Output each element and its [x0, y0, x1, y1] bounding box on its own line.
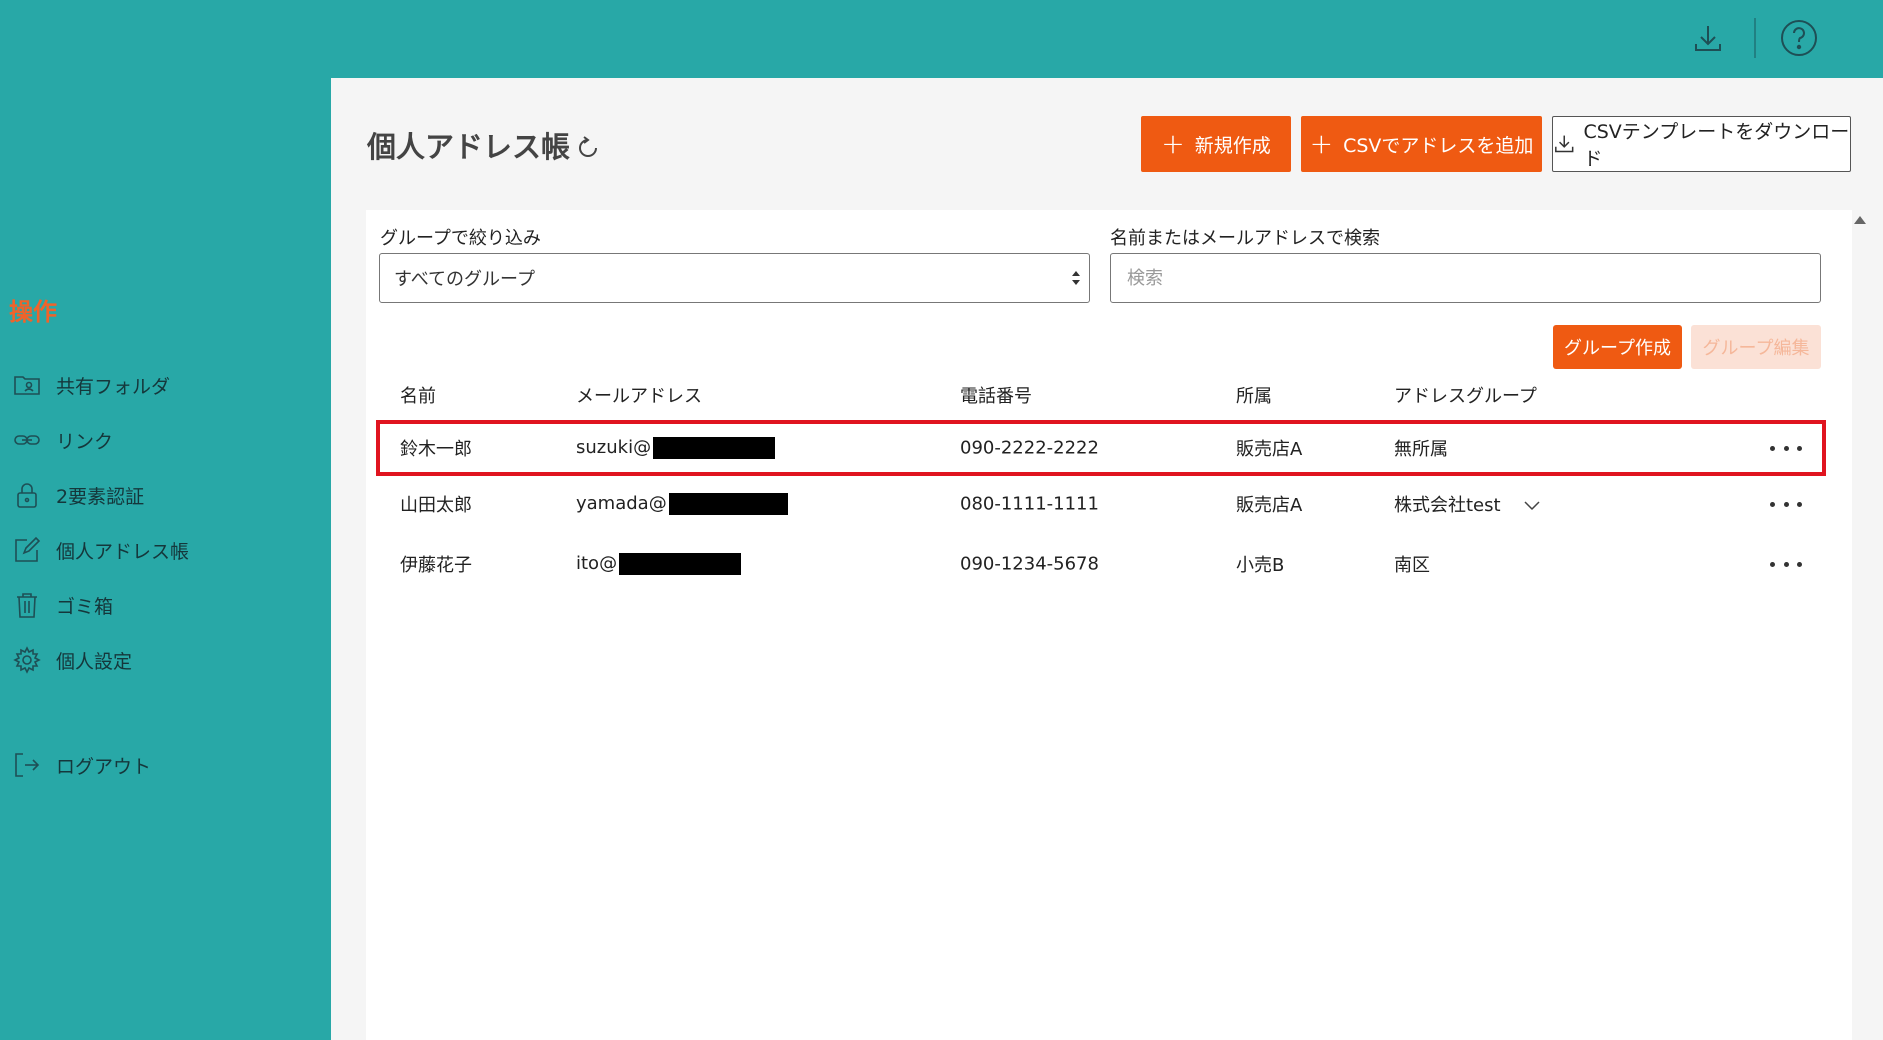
cell-name: 鈴木一郎 [400, 439, 472, 460]
redaction-block [619, 553, 742, 575]
sidebar-item-shared-folder[interactable]: 共有フォルダ [12, 365, 170, 405]
column-header-phone[interactable]: 電話番号 [960, 382, 1032, 408]
sidebar-item-label: ログアウト [56, 755, 152, 778]
table-row[interactable]: 伊藤花子 ito@ 090-1234-5678 小売B 南区 [376, 536, 1826, 592]
group-text: 株式会社test [1394, 495, 1501, 516]
email-text: yamada@ [576, 493, 667, 514]
search-input[interactable] [1110, 253, 1821, 303]
cell-affiliation: 小売B [1236, 555, 1285, 576]
column-header-address-group[interactable]: アドレスグループ [1394, 382, 1537, 408]
cell-group: 南区 [1394, 555, 1430, 576]
logout-icon [12, 750, 42, 780]
download-icon[interactable] [1688, 18, 1728, 58]
group-edit-button[interactable]: グループ編集 [1691, 325, 1821, 369]
cell-phone: 090-2222-2222 [960, 437, 1099, 459]
csv-template-download-button[interactable]: CSVテンプレートをダウンロード [1552, 116, 1851, 172]
refresh-icon[interactable] [576, 136, 600, 160]
cell-affiliation: 販売店A [1236, 439, 1303, 460]
sidebar-item-link[interactable]: リンク [12, 420, 113, 460]
folder-user-icon [12, 370, 42, 400]
select-arrows-icon [1072, 271, 1080, 285]
redaction-block [668, 493, 788, 515]
sidebar: 操作 共有フォルダ リンク 2要素認証 個人アドレス帳 ゴミ箱 個人設定 ログア… [0, 78, 331, 1040]
main-content: 個人アドレス帳 + 新規作成 + CSVでアドレスを追加 CSVテンプレートをダ… [331, 78, 1883, 1040]
email-text: suzuki@ [576, 437, 652, 458]
sidebar-item-label: 共有フォルダ [56, 375, 171, 398]
sidebar-section-title: 操作 [9, 298, 57, 326]
top-bar [0, 0, 1883, 78]
sidebar-item-label: 個人アドレス帳 [56, 540, 190, 563]
group-filter-label: グループで絞り込み [380, 228, 541, 249]
redaction-block [653, 437, 776, 459]
sidebar-item-label: リンク [56, 430, 114, 453]
cell-name: 伊藤花子 [400, 555, 472, 576]
sidebar-item-label: 個人設定 [56, 650, 133, 673]
download-icon [1555, 135, 1574, 153]
group-create-button[interactable]: グループ作成 [1553, 325, 1682, 369]
cell-email: suzuki@ [576, 437, 776, 459]
gear-icon [12, 645, 42, 675]
column-header-affiliation[interactable]: 所属 [1236, 382, 1272, 408]
help-icon[interactable] [1779, 18, 1819, 58]
trash-icon [12, 590, 42, 620]
cell-group[interactable]: 株式会社test [1394, 491, 1540, 517]
address-panel: グループで絞り込み すべてのグループ 名前またはメールアドレスで検索 グループ作… [366, 210, 1866, 1040]
top-divider [1754, 18, 1756, 58]
group-filter-select[interactable]: すべてのグループ [379, 253, 1090, 303]
cell-name: 山田太郎 [400, 495, 472, 516]
cell-group: 無所属 [1394, 439, 1448, 460]
edit-icon [12, 535, 42, 565]
page-title-text: 個人アドレス帳 [367, 130, 571, 164]
more-options-icon[interactable] [1770, 552, 1802, 576]
column-header-email[interactable]: メールアドレス [576, 382, 702, 408]
chevron-down-icon[interactable] [1524, 501, 1540, 511]
sidebar-item-label: 2要素認証 [56, 485, 145, 508]
sidebar-item-address-book[interactable]: 個人アドレス帳 [12, 530, 189, 570]
csv-template-label: CSVテンプレートをダウンロード [1583, 121, 1850, 170]
scroll-up-arrow[interactable] [1854, 216, 1866, 224]
email-text: ito@ [576, 553, 618, 574]
cell-phone: 090-1234-5678 [960, 553, 1099, 575]
more-options-icon[interactable] [1770, 492, 1802, 516]
lock-icon [12, 480, 42, 510]
cell-email: yamada@ [576, 493, 788, 515]
plus-icon: + [1161, 127, 1185, 160]
search-label: 名前またはメールアドレスで検索 [1110, 228, 1380, 249]
new-address-button[interactable]: + 新規作成 [1141, 116, 1291, 172]
sidebar-item-2fa[interactable]: 2要素認証 [12, 475, 144, 515]
cell-affiliation: 販売店A [1236, 495, 1303, 516]
table-row[interactable]: 鈴木一郎 suzuki@ 090-2222-2222 販売店A 無所属 [376, 420, 1826, 476]
plus-icon: + [1309, 127, 1334, 160]
page-title: 個人アドレス帳 [367, 124, 600, 166]
sidebar-item-label: ゴミ箱 [56, 595, 114, 618]
group-filter-value: すべてのグループ [394, 269, 535, 290]
csv-add-button[interactable]: + CSVでアドレスを追加 [1301, 116, 1542, 172]
sidebar-item-settings[interactable]: 個人設定 [12, 640, 132, 680]
column-header-name[interactable]: 名前 [400, 382, 436, 408]
more-options-icon[interactable] [1770, 436, 1802, 460]
csv-add-label: CSVでアドレスを追加 [1343, 134, 1534, 157]
cell-email: ito@ [576, 553, 742, 575]
link-icon [12, 425, 42, 455]
sidebar-item-trash[interactable]: ゴミ箱 [12, 585, 113, 625]
new-address-label: 新規作成 [1194, 134, 1271, 157]
cell-phone: 080-1111-1111 [960, 493, 1099, 515]
table-row[interactable]: 山田太郎 yamada@ 080-1111-1111 販売店A 株式会社test [376, 476, 1826, 532]
sidebar-item-logout[interactable]: ログアウト [12, 745, 151, 785]
